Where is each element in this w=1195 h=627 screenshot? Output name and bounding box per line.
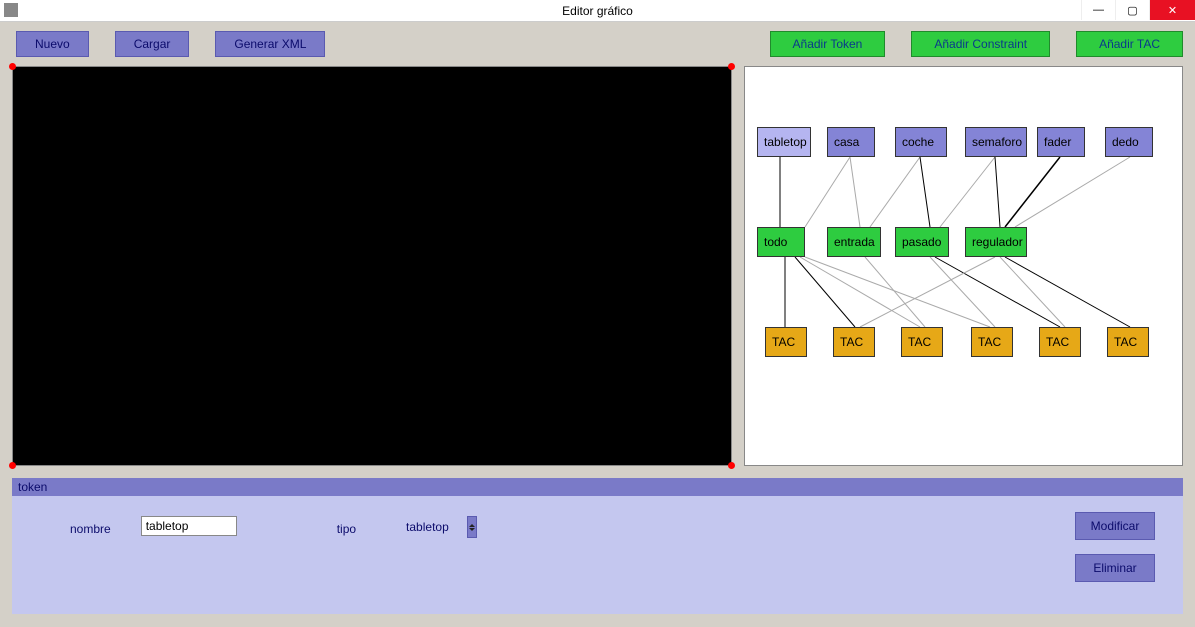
tac-node-4[interactable]: TAC	[1039, 327, 1081, 357]
resize-handle-br[interactable]	[728, 462, 735, 469]
window-title: Editor gráfico	[562, 4, 633, 18]
token-node-dedo[interactable]: dedo	[1105, 127, 1153, 157]
properties-panel: token nombre tipo tabletop Modificar Eli…	[12, 478, 1183, 614]
nuevo-button[interactable]: Nuevo	[16, 31, 89, 57]
token-node-semaforo[interactable]: semaforo	[965, 127, 1027, 157]
maximize-button[interactable]: ▢	[1115, 0, 1149, 20]
tipo-value: tabletop	[406, 520, 449, 534]
toolbar-left: Nuevo Cargar Generar XML	[12, 31, 325, 57]
add-token-button[interactable]: Añadir Token	[770, 31, 886, 57]
constraint-node-pasado[interactable]: pasado	[895, 227, 949, 257]
cargar-button[interactable]: Cargar	[115, 31, 190, 57]
resize-handle-tr[interactable]	[728, 63, 735, 70]
minimize-button[interactable]: —	[1081, 0, 1115, 20]
toolbar: Nuevo Cargar Generar XML Añadir Token Añ…	[0, 22, 1195, 66]
close-button[interactable]: ✕	[1149, 0, 1195, 20]
tipo-spinner[interactable]	[467, 516, 477, 538]
tac-node-3[interactable]: TAC	[971, 327, 1013, 357]
tac-node-5[interactable]: TAC	[1107, 327, 1149, 357]
token-node-coche[interactable]: coche	[895, 127, 947, 157]
tipo-combo[interactable]: tabletop	[406, 516, 477, 538]
nombre-label: nombre	[70, 522, 111, 536]
tipo-label: tipo	[337, 522, 356, 536]
constraint-node-todo[interactable]: todo	[757, 227, 805, 257]
add-tac-button[interactable]: Añadir TAC	[1076, 31, 1183, 57]
tac-node-0[interactable]: TAC	[765, 327, 807, 357]
tac-node-1[interactable]: TAC	[833, 327, 875, 357]
eliminar-button[interactable]: Eliminar	[1075, 554, 1155, 582]
window-controls: — ▢ ✕	[1081, 0, 1195, 20]
token-node-casa[interactable]: casa	[827, 127, 875, 157]
resize-handle-tl[interactable]	[9, 63, 16, 70]
title-bar: Editor gráfico — ▢ ✕	[0, 0, 1195, 22]
tac-node-2[interactable]: TAC	[901, 327, 943, 357]
token-node-fader[interactable]: fader	[1037, 127, 1085, 157]
app-icon	[4, 3, 18, 17]
constraint-node-entrada[interactable]: entrada	[827, 227, 881, 257]
constraint-node-regulador[interactable]: regulador	[965, 227, 1027, 257]
token-node-tabletop[interactable]: tabletop	[757, 127, 811, 157]
resize-handle-bl[interactable]	[9, 462, 16, 469]
toolbar-right: Añadir Token Añadir Constraint Añadir TA…	[770, 31, 1183, 57]
nombre-input[interactable]	[141, 516, 237, 536]
modificar-button[interactable]: Modificar	[1075, 512, 1155, 540]
graph-panel[interactable]: tabletop casa coche semaforo fader dedo …	[744, 66, 1183, 466]
add-constraint-button[interactable]: Añadir Constraint	[911, 31, 1050, 57]
canvas-container	[12, 66, 732, 466]
panel-body: nombre tipo tabletop Modificar Eliminar	[12, 496, 1183, 614]
preview-canvas[interactable]	[12, 66, 732, 466]
generar-xml-button[interactable]: Generar XML	[215, 31, 325, 57]
main-area: tabletop casa coche semaforo fader dedo …	[0, 66, 1195, 470]
panel-actions: Modificar Eliminar	[1075, 512, 1155, 582]
panel-header: token	[12, 478, 1183, 496]
